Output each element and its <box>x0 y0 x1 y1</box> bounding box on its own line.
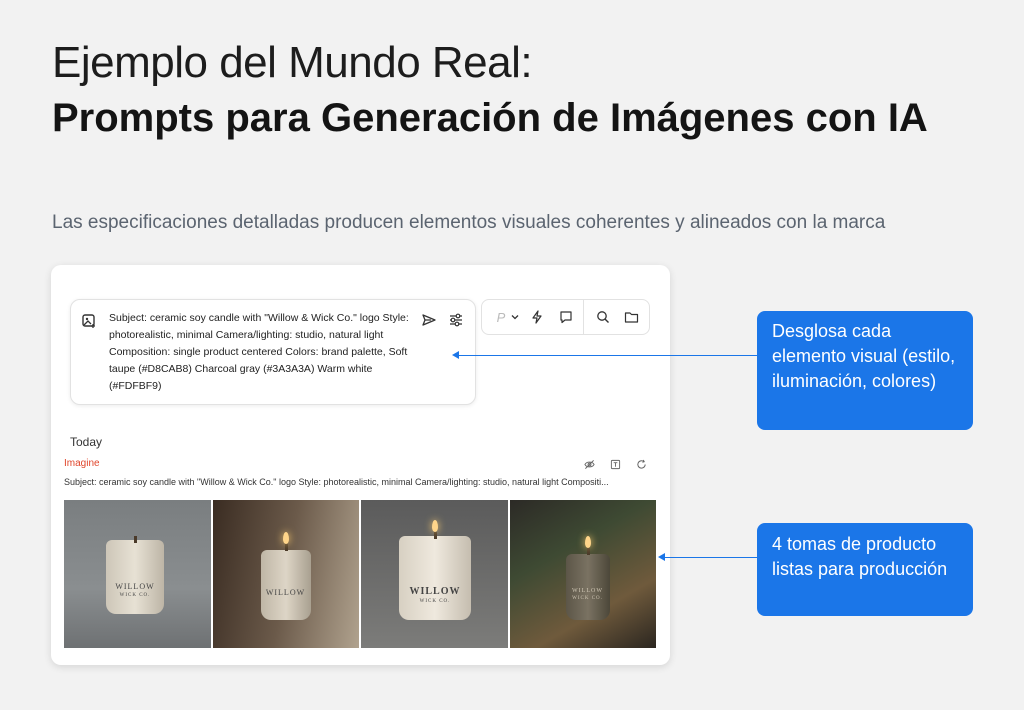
lightning-icon[interactable] <box>528 308 546 326</box>
app-window: Subject: ceramic soy candle with "Willow… <box>51 265 670 665</box>
callout-1-arrowhead <box>452 351 459 359</box>
candle-sublabel: WICK CO. <box>419 599 451 604</box>
toolbar-divider <box>583 300 584 334</box>
generated-image-1[interactable]: WILLOW WICK CO. <box>64 500 211 648</box>
candle-sublabel: WICK CO. <box>572 596 603 601</box>
search-icon[interactable] <box>594 308 612 326</box>
refresh-icon[interactable] <box>634 457 648 471</box>
candle-label: WILLOW <box>409 586 461 597</box>
callout-product-shots: 4 tomas de producto listas para producci… <box>757 523 973 616</box>
generated-prompt-preview: Subject: ceramic soy candle with "Willow… <box>64 477 609 487</box>
eye-off-icon[interactable] <box>582 457 596 471</box>
generated-image-2[interactable]: WILLOW <box>212 500 359 648</box>
callout-1-arrow <box>458 355 758 356</box>
slide-subtitle: Las especificaciones detalladas producen… <box>52 212 886 233</box>
settings-sliders-icon[interactable] <box>446 310 466 330</box>
chat-icon[interactable] <box>557 308 575 326</box>
callout-2-arrowhead <box>658 553 665 561</box>
history-section-label: Today <box>70 435 103 449</box>
candle-sublabel: WICK CO. <box>119 593 151 598</box>
candle-label: WILLOW <box>265 588 306 597</box>
image-grid: WILLOW WICK CO. WILLOW WILLOW WICK CO. W… <box>64 500 656 648</box>
slide-title-line2: Prompts para Generación de Imágenes con … <box>52 96 928 140</box>
model-letter[interactable]: P <box>494 308 508 326</box>
prompt-input[interactable]: Subject: ceramic soy candle with "Willow… <box>109 310 409 395</box>
toolbar: P <box>481 299 650 335</box>
generated-image-3[interactable]: WILLOW WICK CO. <box>361 500 508 648</box>
send-icon[interactable] <box>419 310 439 330</box>
slide-title-line1: Ejemplo del Mundo Real: <box>52 38 533 87</box>
candle-label: WILLOW <box>115 582 155 591</box>
imagine-tag: Imagine <box>64 458 100 469</box>
candle-label: WILLOW <box>572 588 603 594</box>
generated-image-4[interactable]: WILLOW WICK CO. <box>509 500 656 648</box>
text-box-icon[interactable] <box>608 457 622 471</box>
image-add-icon[interactable] <box>80 312 98 330</box>
callout-visual-breakdown: Desglosa cada elemento visual (estilo, i… <box>757 311 973 430</box>
folder-icon[interactable] <box>622 308 640 326</box>
callout-2-arrow <box>664 557 758 558</box>
prompt-box[interactable]: Subject: ceramic soy candle with "Willow… <box>70 299 476 405</box>
chevron-down-icon[interactable] <box>510 310 520 324</box>
